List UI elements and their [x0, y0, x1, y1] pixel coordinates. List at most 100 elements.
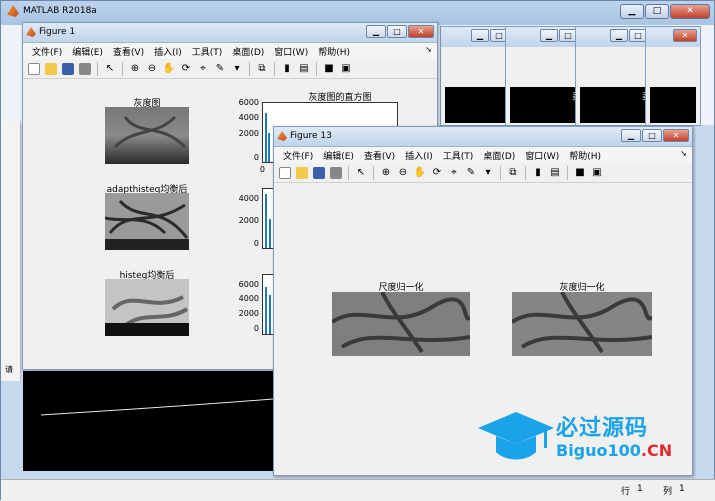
matlab-figure-icon — [277, 131, 287, 141]
status-col-label: 列 — [663, 487, 673, 497]
menu-insert[interactable]: 插入(I) — [400, 149, 438, 162]
open-file-icon[interactable] — [294, 165, 310, 181]
menu-desktop[interactable]: 桌面(D) — [227, 45, 269, 58]
minimize-button[interactable]: ▁ — [620, 4, 644, 19]
menu-edit[interactable]: 编辑(E) — [318, 149, 359, 162]
save-icon[interactable] — [311, 165, 327, 181]
background-figure-window[interactable]: ▁□ 录 — [505, 26, 581, 126]
menu-dock-arrow-icon[interactable]: ➘ — [425, 45, 432, 54]
minimize-button[interactable]: ▁ — [621, 129, 641, 142]
new-figure-icon[interactable] — [277, 165, 293, 181]
rotate-icon[interactable]: ⟳ — [429, 165, 445, 181]
figure-1-toolbar: ↖ ⊕ ⊖ ✋ ⟳ ⌖ ✎ ▾ ⧉ ▮ ▤ ■ ▣ — [23, 59, 437, 79]
status-row-value: 1 — [637, 484, 643, 494]
ytick: 4000 — [238, 194, 259, 203]
background-figure-window[interactable]: ✕ — [645, 26, 701, 126]
figure-13-menubar: 文件(F) 编辑(E) 查看(V) 插入(I) 工具(T) 桌面(D) 窗口(W… — [274, 147, 692, 163]
hide-plot-tools-icon[interactable]: ■ — [321, 61, 337, 77]
legend-icon[interactable]: ▤ — [547, 165, 563, 181]
curve-plot — [40, 398, 274, 416]
colorbar-icon[interactable]: ▮ — [279, 61, 295, 77]
menu-file[interactable]: 文件(F) — [27, 45, 67, 58]
menu-file[interactable]: 文件(F) — [278, 149, 318, 162]
print-icon[interactable] — [77, 61, 93, 77]
pan-icon[interactable]: ✋ — [161, 61, 177, 77]
brush-icon[interactable]: ✎ — [212, 61, 228, 77]
close-button[interactable]: ✕ — [670, 4, 710, 19]
menu-window[interactable]: 窗口(W) — [520, 149, 564, 162]
menu-view[interactable]: 查看(V) — [359, 149, 400, 162]
watermark-logo: 必过源码 Biguo100.CN — [478, 408, 688, 468]
ytick: 4000 — [238, 294, 259, 303]
ytick: 0 — [253, 324, 259, 333]
graduation-cap-icon — [478, 412, 554, 460]
menu-view[interactable]: 查看(V) — [108, 45, 149, 58]
status-bar: 行 1 列 1 — [1, 479, 715, 501]
data-cursor-icon[interactable]: ⌖ — [446, 165, 462, 181]
menu-edit[interactable]: 编辑(E) — [67, 45, 108, 58]
figure-13-title: Figure 13 — [290, 131, 332, 141]
adapthisteq-image — [105, 193, 189, 250]
colorbar-icon[interactable]: ▮ — [530, 165, 546, 181]
maximize-button[interactable]: □ — [645, 4, 669, 19]
zoom-out-icon[interactable]: ⊖ — [144, 61, 160, 77]
watermark-url: Biguo100.CN — [556, 441, 673, 460]
ytick: 2000 — [238, 129, 259, 138]
show-plot-tools-icon[interactable]: ▣ — [589, 165, 605, 181]
pan-icon[interactable]: ✋ — [412, 165, 428, 181]
maximize-button[interactable]: □ — [387, 25, 407, 38]
link-plot-icon[interactable]: ⧉ — [505, 165, 521, 181]
brush-icon[interactable]: ✎ — [463, 165, 479, 181]
ytick: 0 — [253, 153, 259, 162]
plot-preview-area — [23, 371, 275, 471]
edit-plot-icon[interactable]: ↖ — [102, 61, 118, 77]
background-figure-window[interactable]: ▁□ 录 — [575, 26, 651, 126]
menu-tools[interactable]: 工具(T) — [438, 149, 479, 162]
edit-plot-icon[interactable]: ↖ — [353, 165, 369, 181]
show-plot-tools-icon[interactable]: ▣ — [338, 61, 354, 77]
menu-insert[interactable]: 插入(I) — [149, 45, 187, 58]
zoom-out-icon[interactable]: ⊖ — [395, 165, 411, 181]
ytick: 2000 — [238, 216, 259, 225]
grayscale-image — [105, 107, 189, 164]
new-figure-icon[interactable] — [26, 61, 42, 77]
matlab-figure-icon — [26, 27, 36, 37]
chevron-down-icon[interactable]: ▾ — [480, 165, 496, 181]
figure-13-titlebar[interactable]: Figure 13 ▁ □ ✕ — [274, 127, 692, 147]
zoom-in-icon[interactable]: ⊕ — [378, 165, 394, 181]
minimize-button[interactable]: ▁ — [366, 25, 386, 38]
menu-dock-arrow-icon[interactable]: ➘ — [680, 149, 687, 158]
menu-help[interactable]: 帮助(H) — [313, 45, 355, 58]
ytick: 6000 — [238, 280, 259, 289]
app-title: MATLAB R2018a — [23, 6, 97, 16]
ytick: 0 — [253, 239, 259, 248]
save-icon[interactable] — [60, 61, 76, 77]
status-row-label: 行 — [621, 487, 631, 497]
ytick: 2000 — [238, 309, 259, 318]
open-file-icon[interactable] — [43, 61, 59, 77]
print-icon[interactable] — [328, 165, 344, 181]
histeq-image — [105, 279, 189, 336]
close-button[interactable]: ✕ — [663, 129, 689, 142]
scale-normalized-image — [332, 292, 470, 356]
maximize-button[interactable]: □ — [642, 129, 662, 142]
ytick: 4000 — [238, 113, 259, 122]
chevron-down-icon[interactable]: ▾ — [229, 61, 245, 77]
zoom-in-icon[interactable]: ⊕ — [127, 61, 143, 77]
figure-1-titlebar[interactable]: Figure 1 ▁ □ ✕ — [23, 23, 437, 43]
menu-help[interactable]: 帮助(H) — [564, 149, 606, 162]
data-cursor-icon[interactable]: ⌖ — [195, 61, 211, 77]
status-col-value: 1 — [679, 484, 685, 494]
xtick: 0 — [259, 165, 265, 174]
current-folder-panel — [1, 121, 21, 381]
background-figure-window[interactable]: ▁ □ — [440, 26, 512, 126]
figure-1-title: Figure 1 — [39, 27, 76, 37]
link-plot-icon[interactable]: ⧉ — [254, 61, 270, 77]
hide-plot-tools-icon[interactable]: ■ — [572, 165, 588, 181]
menu-desktop[interactable]: 桌面(D) — [478, 149, 520, 162]
close-button[interactable]: ✕ — [408, 25, 434, 38]
rotate-icon[interactable]: ⟳ — [178, 61, 194, 77]
menu-tools[interactable]: 工具(T) — [187, 45, 228, 58]
menu-window[interactable]: 窗口(W) — [269, 45, 313, 58]
legend-icon[interactable]: ▤ — [296, 61, 312, 77]
